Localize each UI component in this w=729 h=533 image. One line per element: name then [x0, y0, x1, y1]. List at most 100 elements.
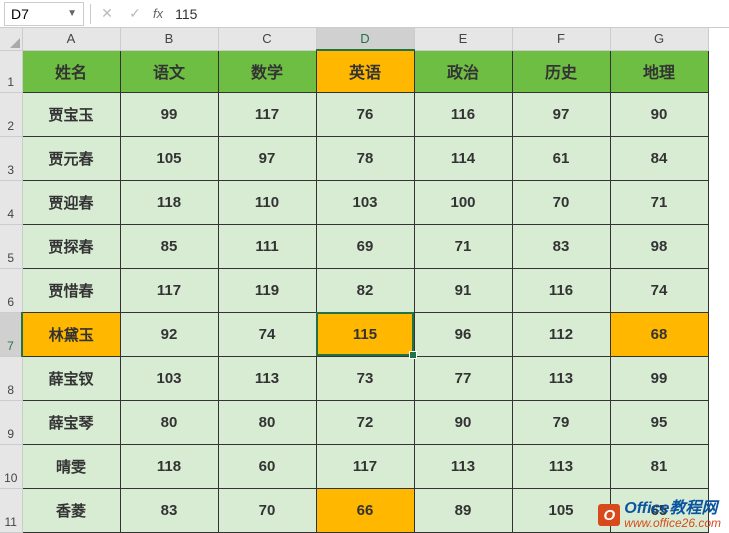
- row-header[interactable]: 2: [0, 92, 22, 136]
- data-cell[interactable]: 70: [218, 488, 316, 532]
- data-cell[interactable]: 82: [316, 268, 414, 312]
- row-header[interactable]: 8: [0, 356, 22, 400]
- data-cell[interactable]: 113: [512, 444, 610, 488]
- data-cell[interactable]: 96: [414, 312, 512, 356]
- cancel-icon[interactable]: ✕: [93, 2, 121, 26]
- data-cell[interactable]: 薛宝钗: [22, 356, 120, 400]
- header-cell[interactable]: 历史: [512, 50, 610, 92]
- col-header-D[interactable]: D: [316, 28, 414, 50]
- row-header[interactable]: 6: [0, 268, 22, 312]
- confirm-icon[interactable]: ✓: [121, 2, 149, 26]
- select-all-corner[interactable]: [0, 28, 22, 50]
- data-cell[interactable]: 95: [610, 400, 708, 444]
- data-cell[interactable]: 61: [512, 136, 610, 180]
- data-cell[interactable]: 85: [120, 224, 218, 268]
- data-cell[interactable]: 60: [218, 444, 316, 488]
- formula-input[interactable]: 115: [167, 4, 729, 24]
- data-cell[interactable]: 113: [218, 356, 316, 400]
- chevron-down-icon[interactable]: ▼: [67, 8, 77, 19]
- data-cell[interactable]: 68: [610, 312, 708, 356]
- data-cell[interactable]: 113: [512, 356, 610, 400]
- row-header[interactable]: 3: [0, 136, 22, 180]
- data-cell[interactable]: 74: [218, 312, 316, 356]
- row-header[interactable]: 5: [0, 224, 22, 268]
- data-cell[interactable]: 70: [512, 180, 610, 224]
- data-cell[interactable]: 78: [316, 136, 414, 180]
- data-cell[interactable]: 香菱: [22, 488, 120, 532]
- data-cell[interactable]: 薛宝琴: [22, 400, 120, 444]
- header-cell[interactable]: 英语: [316, 50, 414, 92]
- data-cell[interactable]: 贾宝玉: [22, 92, 120, 136]
- data-cell[interactable]: 贾元春: [22, 136, 120, 180]
- col-header-B[interactable]: B: [120, 28, 218, 50]
- data-cell[interactable]: 116: [512, 268, 610, 312]
- data-cell[interactable]: 99: [120, 92, 218, 136]
- data-cell[interactable]: 贾惜春: [22, 268, 120, 312]
- data-cell[interactable]: 69: [316, 224, 414, 268]
- data-cell[interactable]: 99: [610, 356, 708, 400]
- data-cell[interactable]: 79: [512, 400, 610, 444]
- data-cell[interactable]: 117: [218, 92, 316, 136]
- data-cell[interactable]: 98: [610, 224, 708, 268]
- data-cell[interactable]: 76: [316, 92, 414, 136]
- data-cell[interactable]: 100: [414, 180, 512, 224]
- data-cell[interactable]: 71: [610, 180, 708, 224]
- col-header-C[interactable]: C: [218, 28, 316, 50]
- data-cell[interactable]: 林黛玉: [22, 312, 120, 356]
- data-cell[interactable]: 73: [316, 356, 414, 400]
- data-cell[interactable]: 110: [218, 180, 316, 224]
- col-header-A[interactable]: A: [22, 28, 120, 50]
- spreadsheet-grid[interactable]: A B C D E F G 1姓名语文数学英语政治历史地理2贾宝玉9911776…: [0, 28, 709, 533]
- data-cell[interactable]: 74: [610, 268, 708, 312]
- data-cell[interactable]: 80: [120, 400, 218, 444]
- data-cell[interactable]: 105: [512, 488, 610, 532]
- data-cell[interactable]: 83: [120, 488, 218, 532]
- data-cell[interactable]: 111: [218, 224, 316, 268]
- col-header-F[interactable]: F: [512, 28, 610, 50]
- data-cell[interactable]: 97: [218, 136, 316, 180]
- col-header-E[interactable]: E: [414, 28, 512, 50]
- data-cell[interactable]: 81: [610, 444, 708, 488]
- row-header[interactable]: 7: [0, 312, 22, 356]
- data-cell[interactable]: 66: [316, 488, 414, 532]
- data-cell[interactable]: 贾迎春: [22, 180, 120, 224]
- fx-label[interactable]: fx: [153, 6, 163, 21]
- data-cell[interactable]: 晴雯: [22, 444, 120, 488]
- name-box[interactable]: D7 ▼: [4, 2, 84, 26]
- data-cell[interactable]: 71: [414, 224, 512, 268]
- data-cell[interactable]: 84: [610, 136, 708, 180]
- data-cell[interactable]: 116: [414, 92, 512, 136]
- header-cell[interactable]: 数学: [218, 50, 316, 92]
- row-header[interactable]: 10: [0, 444, 22, 488]
- row-header[interactable]: 4: [0, 180, 22, 224]
- data-cell[interactable]: 83: [512, 224, 610, 268]
- data-cell[interactable]: 103: [316, 180, 414, 224]
- data-cell[interactable]: 97: [512, 92, 610, 136]
- data-cell[interactable]: 114: [414, 136, 512, 180]
- data-cell[interactable]: 72: [316, 400, 414, 444]
- data-cell[interactable]: 119: [218, 268, 316, 312]
- data-cell[interactable]: 贾探春: [22, 224, 120, 268]
- row-header[interactable]: 9: [0, 400, 22, 444]
- data-cell[interactable]: 77: [414, 356, 512, 400]
- data-cell[interactable]: 112: [512, 312, 610, 356]
- data-cell[interactable]: 90: [414, 400, 512, 444]
- data-cell[interactable]: 105: [120, 136, 218, 180]
- row-header[interactable]: 1: [0, 50, 22, 92]
- data-cell[interactable]: 113: [414, 444, 512, 488]
- data-cell[interactable]: 117: [316, 444, 414, 488]
- data-cell[interactable]: 115: [316, 312, 414, 356]
- data-cell[interactable]: 80: [218, 400, 316, 444]
- data-cell[interactable]: 89: [414, 488, 512, 532]
- data-cell[interactable]: 118: [120, 444, 218, 488]
- row-header[interactable]: 11: [0, 488, 22, 532]
- data-cell[interactable]: 117: [120, 268, 218, 312]
- header-cell[interactable]: 语文: [120, 50, 218, 92]
- data-cell[interactable]: 91: [414, 268, 512, 312]
- data-cell[interactable]: 90: [610, 92, 708, 136]
- data-cell[interactable]: 92: [120, 312, 218, 356]
- header-cell[interactable]: 姓名: [22, 50, 120, 92]
- header-cell[interactable]: 地理: [610, 50, 708, 92]
- header-cell[interactable]: 政治: [414, 50, 512, 92]
- data-cell[interactable]: 118: [120, 180, 218, 224]
